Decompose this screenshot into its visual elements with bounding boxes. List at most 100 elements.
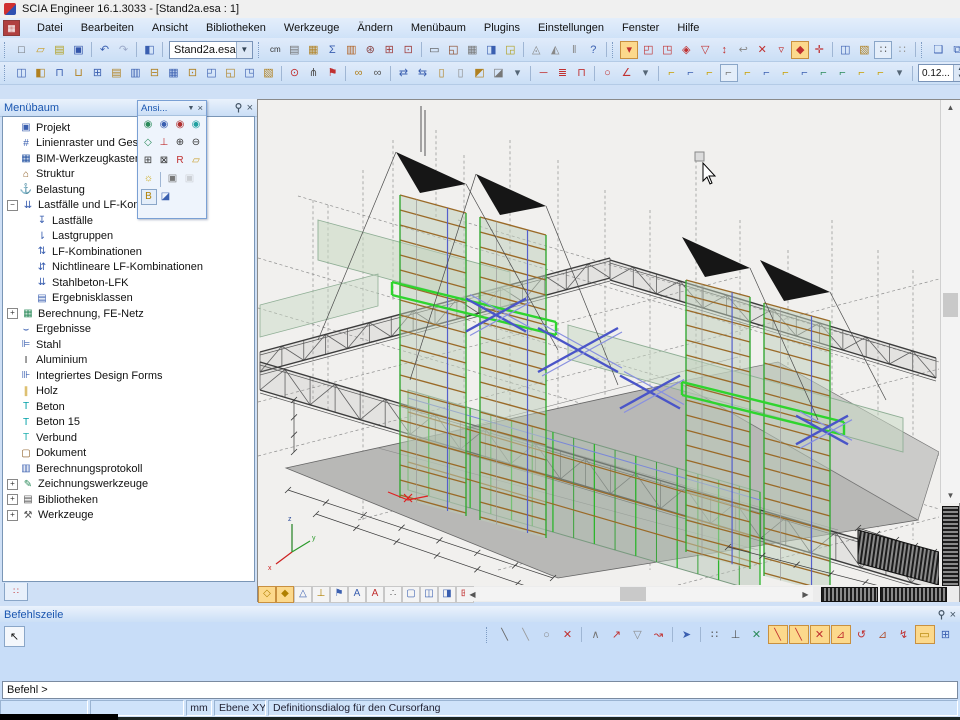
render-wireframe-icon[interactable]: ◇ bbox=[258, 586, 276, 603]
camera-apply-icon[interactable]: ▣ bbox=[182, 171, 198, 187]
member-catalog-block-icon[interactable]: ◱ bbox=[222, 64, 240, 82]
open-project-icon[interactable]: ▱ bbox=[32, 41, 50, 59]
tree-item-ergebnisklassen[interactable]: ▤Ergebnisklassen bbox=[3, 291, 254, 307]
trim-a-icon[interactable]: ◩ bbox=[471, 64, 489, 82]
document-wizard-icon[interactable]: ◲ bbox=[501, 41, 519, 59]
view-top-icon[interactable]: ◉ bbox=[157, 117, 172, 133]
toolbar-grip[interactable] bbox=[486, 627, 490, 643]
measure-help-icon[interactable]: ‖ bbox=[565, 41, 583, 59]
view-axonometric-icon[interactable]: ◉ bbox=[189, 117, 204, 133]
tree-item-zeichnungswerkzeuge[interactable]: +✎Zeichnungswerkzeuge bbox=[3, 477, 254, 493]
pin-icon[interactable] bbox=[937, 610, 946, 620]
tree-item-dokument[interactable]: ▢Dokument bbox=[3, 446, 254, 462]
tree-item-lf-kombinationen[interactable]: ⇅LF-Kombinationen bbox=[3, 244, 254, 260]
zoom-factor-spinner[interactable]: 0.12... ▲▼ bbox=[918, 64, 960, 82]
layers-dialog-icon[interactable]: ◫ bbox=[836, 41, 854, 59]
snap-perpendicular-icon[interactable]: ⊿ bbox=[831, 625, 851, 644]
move-node-icon[interactable]: ⋔ bbox=[305, 64, 323, 82]
spinner-up-icon[interactable]: ▲ bbox=[954, 65, 960, 73]
corner-tool-1-icon[interactable]: ⌐ bbox=[663, 64, 681, 82]
connect-node-icon[interactable]: ⊙ bbox=[286, 64, 304, 82]
new-project-icon[interactable]: □ bbox=[13, 41, 31, 59]
select-window-icon[interactable]: ◰ bbox=[639, 41, 657, 59]
select-workplane-icon[interactable]: ◈ bbox=[677, 41, 695, 59]
menu-hilfe[interactable]: Hilfe bbox=[668, 20, 708, 36]
nodes-display-icon[interactable]: ∴ bbox=[384, 586, 402, 603]
close-icon[interactable]: × bbox=[950, 609, 956, 621]
model-canvas[interactable]: z y x bbox=[258, 100, 939, 585]
scroll-up-icon[interactable]: ▲ bbox=[942, 100, 959, 115]
tree-item-stahlbeton-lfk[interactable]: ⇊Stahlbeton-LFK bbox=[3, 275, 254, 291]
view-front-icon[interactable]: ◉ bbox=[141, 117, 156, 133]
snap-delete-icon[interactable]: ✕ bbox=[558, 625, 578, 644]
overflow-chevron-icon[interactable]: ▾ bbox=[891, 64, 909, 82]
undo-icon[interactable]: ↶ bbox=[96, 41, 114, 59]
member-internal-node-icon[interactable]: ⊡ bbox=[184, 64, 202, 82]
weld-a-icon[interactable]: ∞ bbox=[350, 64, 368, 82]
overflow-chevron-icon[interactable]: ▾ bbox=[509, 64, 527, 82]
snap-intersection-icon[interactable]: ✕ bbox=[810, 625, 830, 644]
menubaum-header[interactable]: Menübaum × bbox=[0, 99, 257, 117]
member-beam-icon[interactable]: ⊔ bbox=[70, 64, 88, 82]
corner-tool-4-icon[interactable]: ⌐ bbox=[720, 64, 738, 82]
pointer-help-icon[interactable]: ◬ bbox=[527, 41, 545, 59]
draw-line-icon[interactable]: ─ bbox=[535, 64, 553, 82]
document-preview-icon[interactable]: ▢ bbox=[402, 586, 420, 603]
select-filter-icon[interactable]: ↕ bbox=[715, 41, 733, 59]
command-input[interactable]: Befehl > bbox=[2, 681, 958, 699]
member-2d-icon[interactable]: ◧ bbox=[32, 64, 50, 82]
zoom-help-icon[interactable]: ◭ bbox=[546, 41, 564, 59]
corner-tool-3-icon[interactable]: ⌐ bbox=[701, 64, 719, 82]
zoom-out-icon[interactable]: ⊖ bbox=[189, 135, 204, 151]
cursor-mode-button[interactable]: ↖ bbox=[4, 626, 25, 647]
flag-node-icon[interactable]: ⚑ bbox=[324, 64, 342, 82]
member-rib-icon[interactable]: ⊞ bbox=[89, 64, 107, 82]
tree-item-lastgruppen[interactable]: ⇂Lastgruppen bbox=[3, 229, 254, 245]
draw-circle-icon[interactable]: ○ bbox=[599, 64, 617, 82]
member-free-bar-icon[interactable]: ◳ bbox=[241, 64, 259, 82]
snap-arc-center-icon[interactable]: ⊿ bbox=[873, 625, 893, 644]
ansicht-palette-header[interactable]: Ansi... ▼ × bbox=[138, 101, 206, 116]
shading-mode-icon[interactable]: △ bbox=[294, 586, 312, 603]
corner-tool-10-icon[interactable]: ⌐ bbox=[834, 64, 852, 82]
filter-on-icon[interactable]: ∷ bbox=[874, 41, 892, 59]
menu-fenster[interactable]: Fenster bbox=[613, 20, 668, 36]
hscroll-thumb[interactable] bbox=[620, 587, 646, 601]
expander-minus-icon[interactable]: − bbox=[7, 200, 18, 211]
menu-bibliotheken[interactable]: Bibliotheken bbox=[197, 20, 275, 36]
menu-ansicht[interactable]: Ansicht bbox=[143, 20, 197, 36]
camera-store-icon[interactable]: ▣ bbox=[165, 171, 181, 187]
open-viewpoint-icon[interactable]: ▱ bbox=[189, 153, 204, 169]
center-selection-icon[interactable]: ✛ bbox=[810, 41, 828, 59]
snap-point-icon[interactable]: ╲ bbox=[516, 625, 536, 644]
corner-tool-5-icon[interactable]: ⌐ bbox=[739, 64, 757, 82]
select-previous-icon[interactable]: ▽ bbox=[696, 41, 714, 59]
tree-item-bim-werkzeugkasten[interactable]: ▦BIM-Werkzeugkasten bbox=[3, 151, 254, 167]
zoom-window-icon[interactable]: ⊞ bbox=[141, 153, 156, 169]
layers-icon[interactable]: ▤ bbox=[285, 41, 303, 59]
light-settings-icon[interactable]: ☼ bbox=[141, 171, 157, 187]
view-settings-1-icon[interactable]: ◫ bbox=[420, 586, 438, 603]
stretch-b-icon[interactable]: ▯ bbox=[452, 64, 470, 82]
viewport-hscrollbar[interactable]: ◀ ▶ bbox=[465, 587, 813, 601]
weld-b-icon[interactable]: ∞ bbox=[369, 64, 387, 82]
tree-item-projekt[interactable]: ▣Projekt bbox=[3, 120, 254, 136]
calculation-setup-icon[interactable]: ⊛ bbox=[361, 41, 379, 59]
redo-icon[interactable]: ↷ bbox=[115, 41, 133, 59]
tree-item-nichtlineare-lf-kombinationen[interactable]: ⇵Nichtlineare LF-Kombinationen bbox=[3, 260, 254, 276]
menu-bearbeiten[interactable]: Bearbeiten bbox=[72, 20, 143, 36]
tree-item-ergebnisse[interactable]: ⌣Ergebnisse bbox=[3, 322, 254, 338]
printer-icon[interactable]: ▭ bbox=[425, 41, 443, 59]
corner-tool-9-icon[interactable]: ⌐ bbox=[815, 64, 833, 82]
view-axo-cube-icon[interactable]: ◇ bbox=[141, 135, 156, 151]
toolbar-grip[interactable] bbox=[4, 42, 8, 58]
toolbar-grip[interactable] bbox=[4, 65, 8, 81]
member-wall-icon[interactable]: ▥ bbox=[127, 64, 145, 82]
menu-men-baum[interactable]: Menübaum bbox=[402, 20, 475, 36]
swap-orientation-icon[interactable]: ⇄ bbox=[395, 64, 413, 82]
scroll-down-icon[interactable]: ▼ bbox=[942, 488, 959, 503]
menu-einstellungen[interactable]: Einstellungen bbox=[529, 20, 613, 36]
tree-item-belastung[interactable]: ⚓Belastung bbox=[3, 182, 254, 198]
toolbar-grip[interactable] bbox=[921, 42, 925, 58]
spinner-arrows[interactable]: ▲▼ bbox=[953, 65, 960, 81]
